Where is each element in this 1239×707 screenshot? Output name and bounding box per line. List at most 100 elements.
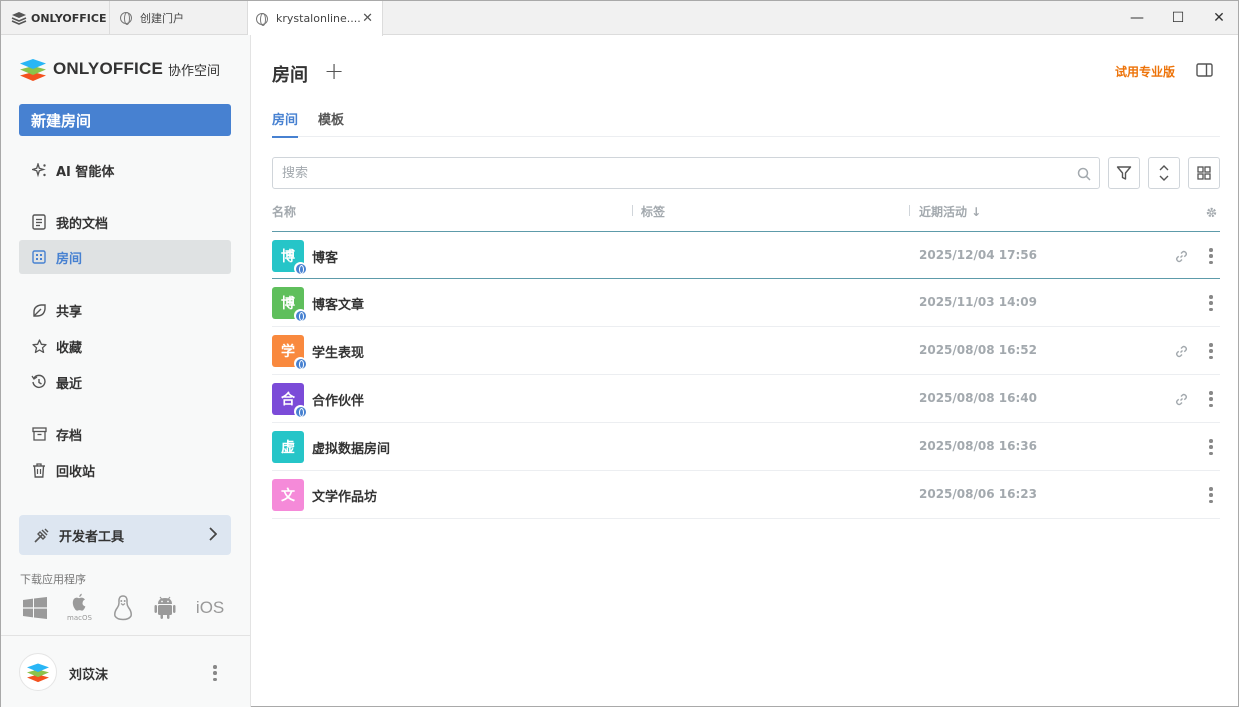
search-icon[interactable]: [1077, 166, 1091, 185]
info-panel-icon[interactable]: [1196, 62, 1213, 81]
sidebar-item-label: 回收站: [56, 464, 96, 480]
room-initial: 文: [281, 488, 295, 504]
column-header-activity[interactable]: 近期活动 ↓: [919, 203, 981, 220]
avatar[interactable]: [19, 653, 57, 691]
rooms-grid-icon: [31, 249, 47, 265]
table-row[interactable]: 博 博客文章 2025/11/03 14:09: [272, 279, 1220, 327]
user-menu-icon[interactable]: [213, 665, 217, 681]
row-menu-icon[interactable]: [1209, 487, 1213, 503]
column-header-name[interactable]: 名称: [272, 203, 296, 220]
room-initial: 学: [281, 344, 295, 360]
tab-label: 创建门户: [140, 12, 184, 25]
sparkle-icon: [31, 162, 47, 178]
sidebar-item-ai-agents[interactable]: AI 智能体: [19, 153, 231, 187]
tab-templates[interactable]: 模板: [318, 109, 344, 136]
onlyoffice-logo-icon: [11, 12, 27, 25]
onlyoffice-logo-icon: [27, 663, 49, 683]
document-icon: [31, 214, 47, 230]
sidebar-item-my-documents[interactable]: 我的文档: [19, 205, 231, 239]
macos-icon[interactable]: macOS: [67, 593, 92, 622]
app-window: ONLYOFFICE 创建门户 krystalonline.... ✕ — ☐ …: [0, 0, 1239, 707]
sidebar: ONLYOFFICE 协作空间 新建房间 AI 智能体 我的文档 房间 共享 收…: [1, 35, 251, 707]
try-pro-link[interactable]: 试用专业版: [1115, 63, 1175, 80]
room-last-activity: 2025/12/04 17:56: [919, 248, 1037, 262]
room-last-activity: 2025/08/08 16:40: [919, 391, 1037, 405]
windows-icon[interactable]: [23, 596, 47, 619]
brand-logo[interactable]: ONLYOFFICE 协作空间: [19, 56, 220, 82]
maximize-button[interactable]: ☐: [1156, 1, 1200, 35]
gear-icon[interactable]: [1205, 204, 1218, 223]
linux-icon[interactable]: [112, 594, 134, 621]
row-menu-icon[interactable]: [1209, 439, 1213, 455]
row-menu-icon[interactable]: [1209, 295, 1213, 311]
onlyoffice-logo-icon: [20, 59, 46, 81]
table-row[interactable]: 文 文学作品坊 2025/08/06 16:23: [272, 471, 1220, 519]
column-header-tags[interactable]: 标签: [641, 203, 665, 220]
link-icon[interactable]: [1175, 343, 1188, 362]
user-name[interactable]: 刘苡沫: [69, 664, 108, 683]
link-icon[interactable]: [1175, 248, 1188, 267]
sort-button[interactable]: [1148, 157, 1180, 189]
chevron-right-icon: [208, 527, 218, 545]
minimize-button[interactable]: —: [1115, 1, 1159, 35]
title-bar: ONLYOFFICE 创建门户 krystalonline.... ✕ — ☐ …: [1, 1, 1239, 36]
filter-button[interactable]: [1108, 157, 1140, 189]
sidebar-item-label: AI 智能体: [56, 164, 115, 180]
sidebar-item-archive[interactable]: 存档: [19, 417, 231, 451]
tab-create-portal[interactable]: 创建门户: [109, 1, 247, 35]
room-name[interactable]: 文学作品坊: [312, 486, 377, 505]
room-name[interactable]: 博客: [312, 247, 338, 266]
share-icon: [31, 302, 47, 318]
tab-rooms[interactable]: 房间: [272, 109, 299, 138]
row-menu-icon[interactable]: [1209, 343, 1213, 359]
sidebar-item-rooms[interactable]: 房间: [19, 240, 231, 274]
user-profile-bar: 刘苡沫: [1, 635, 250, 707]
sidebar-item-recent[interactable]: 最近: [19, 365, 231, 399]
tab-label: krystalonline....: [276, 12, 361, 25]
room-name[interactable]: 合作伙伴: [312, 390, 364, 409]
room-name[interactable]: 学生表现: [312, 342, 364, 361]
room-name[interactable]: 虚拟数据房间: [312, 438, 390, 457]
view-toggle-button[interactable]: [1188, 157, 1220, 189]
sidebar-item-shared[interactable]: 共享: [19, 293, 231, 327]
search-input[interactable]: [273, 158, 1053, 188]
sidebar-item-label: 房间: [56, 251, 83, 267]
new-room-button[interactable]: 新建房间: [19, 104, 231, 136]
tab-home-label: ONLYOFFICE: [31, 11, 107, 25]
room-logo[interactable]: 文: [272, 479, 304, 511]
download-apps: macOS iOS: [23, 593, 244, 622]
row-menu-icon[interactable]: [1209, 248, 1213, 264]
link-icon[interactable]: [1175, 391, 1188, 410]
room-logo[interactable]: 虚: [272, 431, 304, 463]
android-icon[interactable]: [154, 596, 176, 620]
room-tabs: 房间 模板: [272, 109, 1220, 138]
main-content: 房间 + 试用专业版 房间 模板 名称 标签 近期活动 ↓: [252, 35, 1238, 707]
ios-app-link[interactable]: iOS: [196, 598, 224, 618]
public-room-badge-icon: [294, 309, 307, 322]
tab-home[interactable]: ONLYOFFICE: [1, 1, 109, 35]
trash-icon: [31, 462, 47, 478]
close-tab-icon[interactable]: ✕: [362, 11, 373, 26]
sidebar-item-favorites[interactable]: 收藏: [19, 329, 231, 363]
sidebar-item-label: 存档: [56, 428, 83, 444]
tab-krystalonline[interactable]: krystalonline.... ✕: [247, 1, 383, 36]
brand-subtitle: 协作空间: [168, 63, 221, 79]
table-row[interactable]: 学 学生表现 2025/08/08 16:52: [272, 327, 1220, 375]
room-name[interactable]: 博客文章: [312, 294, 364, 313]
column-divider[interactable]: [632, 205, 633, 216]
row-menu-icon[interactable]: [1209, 391, 1213, 407]
column-divider[interactable]: [909, 205, 910, 216]
room-last-activity: 2025/08/06 16:23: [919, 487, 1037, 501]
table-row[interactable]: 合 合作伙伴 2025/08/08 16:40: [272, 375, 1220, 423]
developer-tools-button[interactable]: 开发者工具: [19, 515, 231, 555]
table-row[interactable]: 博 博客 2025/12/04 17:56: [272, 231, 1220, 279]
public-room-badge-icon: [294, 357, 307, 370]
close-window-button[interactable]: ✕: [1197, 1, 1239, 35]
sidebar-item-label: 最近: [56, 376, 83, 392]
room-initial: 合: [281, 392, 295, 408]
sidebar-item-label: 我的文档: [56, 216, 109, 232]
sidebar-item-trash[interactable]: 回收站: [19, 453, 231, 487]
history-icon: [31, 374, 47, 390]
table-row[interactable]: 虚 虚拟数据房间 2025/08/08 16:36: [272, 423, 1220, 471]
add-room-button[interactable]: +: [324, 57, 344, 85]
